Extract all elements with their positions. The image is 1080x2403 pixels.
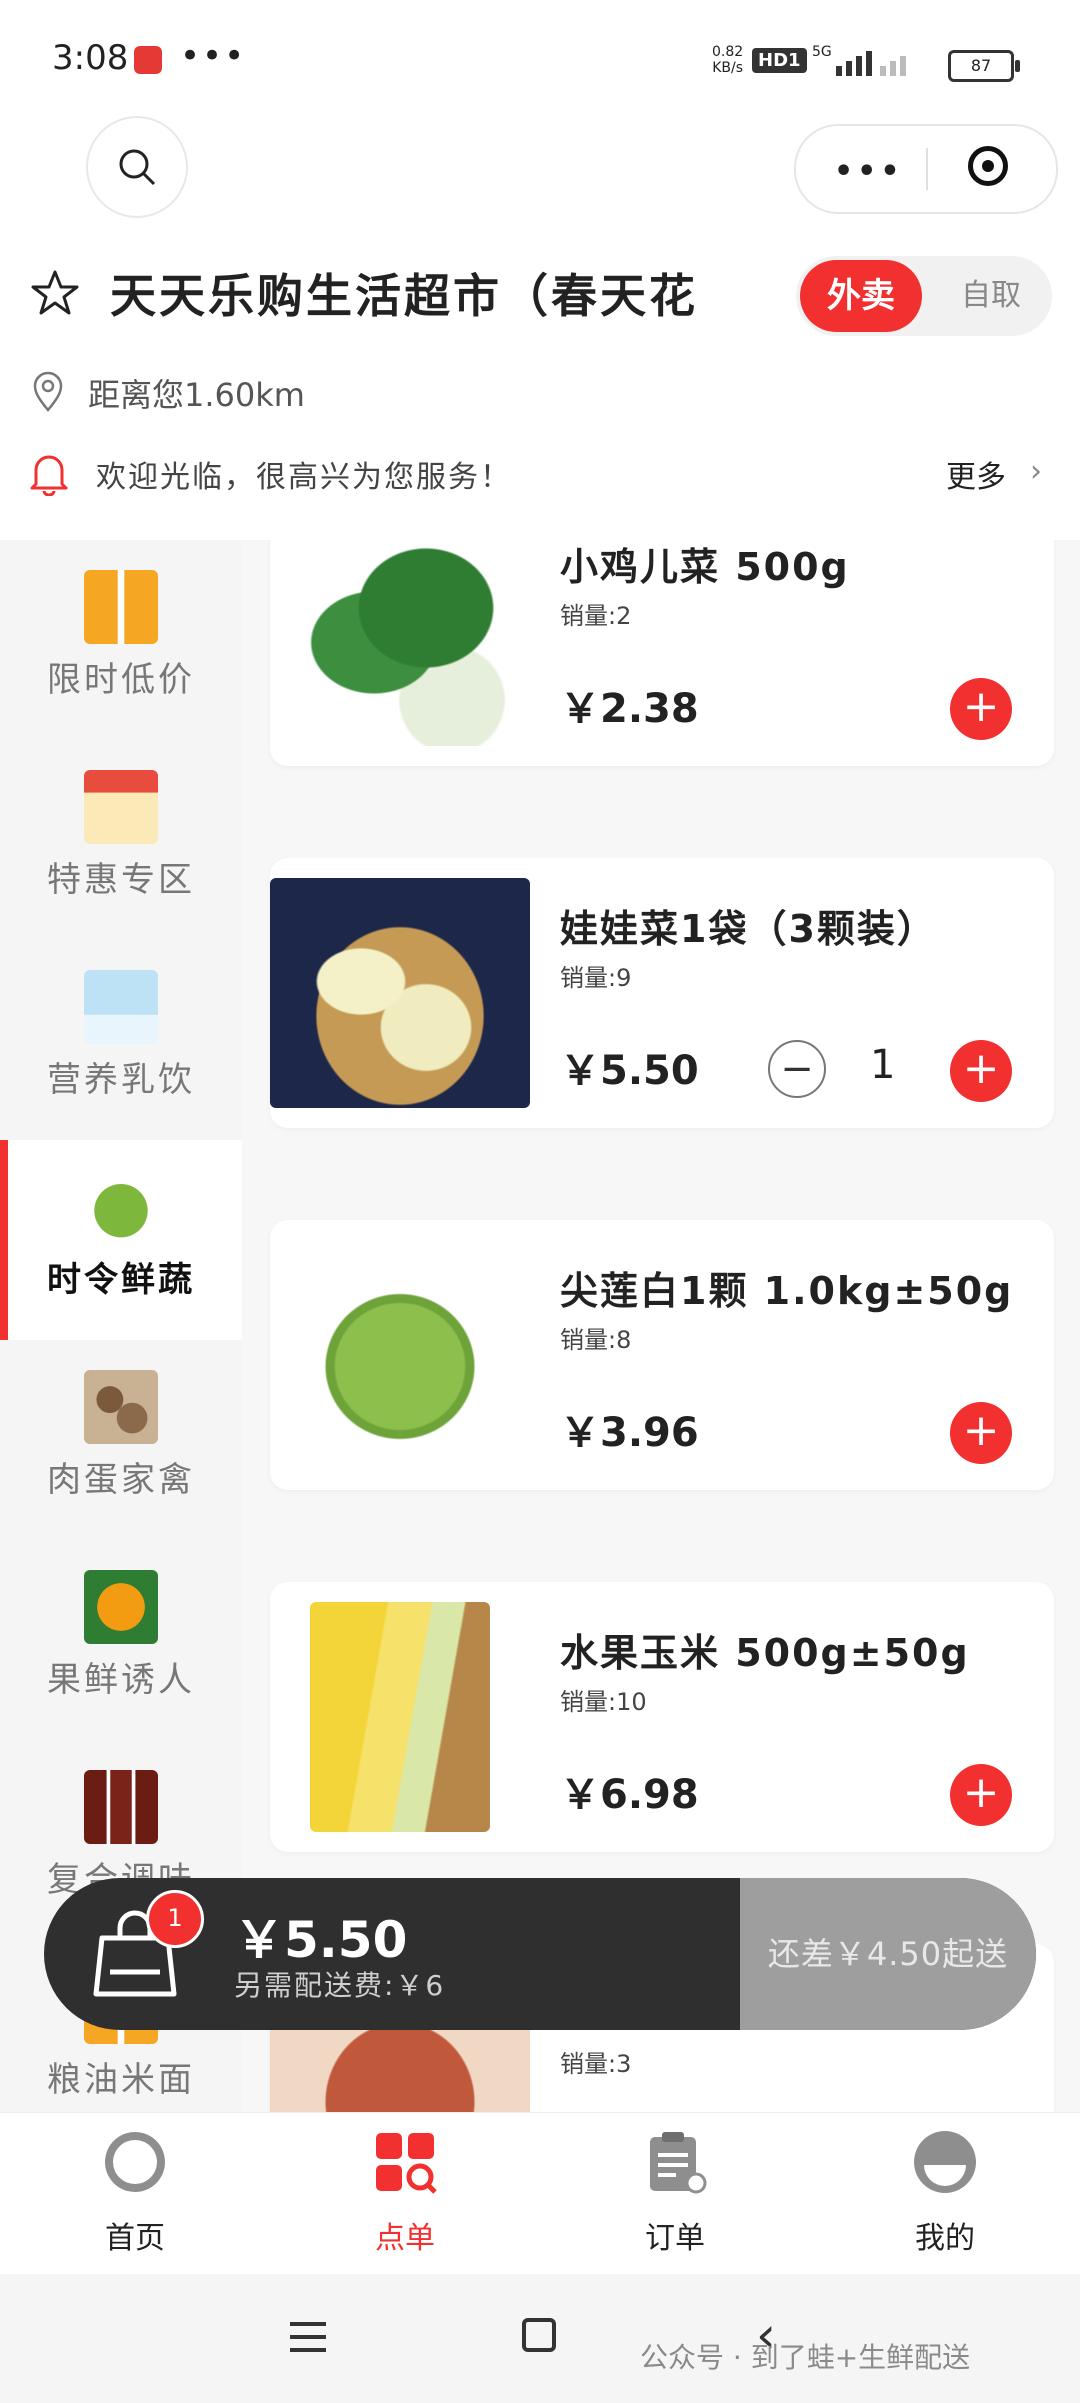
mode-pickup-button[interactable]: 自取 <box>936 260 1046 332</box>
notice-text: 欢迎光临，很高兴为您服务！ <box>96 460 512 495</box>
tab-label: 我的 <box>915 2221 975 2256</box>
product-price: ￥6.98 <box>560 1772 699 1818</box>
mode-delivery-button[interactable]: 外卖 <box>800 260 922 332</box>
tab-label: 点单 <box>375 2221 435 2256</box>
sidebar-item-dairy-drinks[interactable]: 营养乳饮 <box>0 940 242 1140</box>
category-thumbnail <box>84 770 158 844</box>
product-sales: 销量:10 <box>560 1688 647 1716</box>
hd-badge: HD1 <box>752 48 807 73</box>
network-speed-unit: KB/s <box>712 60 743 76</box>
sidebar-item-label: 果鲜诱人 <box>47 1660 195 1700</box>
capsule-divider <box>926 148 928 190</box>
add-to-cart-button[interactable]: + <box>950 678 1012 740</box>
profile-icon <box>914 2131 976 2193</box>
product-name: 小鸡儿菜 500g <box>560 545 850 589</box>
product-price: ￥3.96 <box>560 1410 699 1456</box>
recent-apps-icon[interactable] <box>288 2320 328 2354</box>
status-time: 3:08 <box>52 38 129 78</box>
capsule-more-button[interactable]: ••• <box>834 154 904 189</box>
sidebar-item-seasonal-vegetables[interactable]: 时令鲜蔬 <box>0 1140 242 1340</box>
sidebar-item-label: 粮油米面 <box>47 2060 195 2100</box>
checkout-button[interactable]: 还差￥4.50起送 <box>740 1878 1036 2030</box>
home-compass-icon <box>105 2132 165 2192</box>
category-thumbnail <box>84 570 158 644</box>
product-sales: 销量:8 <box>560 1326 632 1354</box>
product-name: 娃娃菜1袋（3颗装） <box>560 907 937 951</box>
product-price: ￥5.50 <box>560 1048 699 1094</box>
watermark: 公众号 · 到了蛙+生鲜配送 <box>640 2341 971 2374</box>
sidebar-item-label: 特惠专区 <box>47 860 195 900</box>
search-button[interactable] <box>86 116 188 218</box>
sidebar-item-fresh-fruit[interactable]: 果鲜诱人 <box>0 1540 242 1740</box>
network-type: 5G <box>812 44 832 60</box>
network-speed-value: 0.82 <box>712 44 744 60</box>
tab-label: 首页 <box>105 2221 165 2256</box>
category-thumbnail <box>84 1170 158 1244</box>
product-card[interactable]: 小鸡儿菜 500g 销量:2 ￥2.38 + <box>270 540 1054 766</box>
product-image <box>270 1240 530 1470</box>
notice-more-link[interactable]: 更多 <box>946 452 1006 496</box>
clipboard-icon <box>650 2132 707 2194</box>
tab-orders[interactable]: 订单 <box>540 2113 810 2275</box>
tab-order-menu[interactable]: 点单 <box>270 2113 540 2275</box>
distance-text: 距离您1.60km <box>88 376 305 414</box>
capsule-close-button[interactable] <box>968 146 1008 186</box>
order-grid-icon <box>376 2133 437 2194</box>
cart-count-badge: 1 <box>146 1890 204 1948</box>
product-image <box>270 878 530 1108</box>
sidebar-item-label: 营养乳饮 <box>47 1060 195 1100</box>
shop-name: 天天乐购生活超市（春天花 <box>110 269 698 323</box>
category-thumbnail <box>84 1370 158 1444</box>
search-icon <box>119 149 156 186</box>
more-notifications-icon: ••• <box>180 36 247 76</box>
category-thumbnail <box>84 970 158 1044</box>
battery-icon: 87 <box>948 50 1020 82</box>
decrease-quantity-button[interactable]: − <box>768 1040 826 1098</box>
favorite-star-icon[interactable] <box>30 268 80 318</box>
add-to-cart-button[interactable]: + <box>950 1040 1012 1102</box>
product-card[interactable]: 水果玉米 500g±50g 销量:10 ￥6.98 + <box>270 1582 1054 1852</box>
product-sales: 销量:2 <box>560 602 632 630</box>
product-sales: 销量:3 <box>560 2050 632 2078</box>
sidebar-item-meat-eggs[interactable]: 肉蛋家禽 <box>0 1340 242 1540</box>
app-notification-icon <box>134 46 162 74</box>
home-icon[interactable] <box>522 2318 556 2352</box>
notice-bar[interactable]: 欢迎光临，很高兴为您服务！ 更多 › <box>0 440 1080 510</box>
tab-label: 订单 <box>645 2221 705 2256</box>
cart-total: ￥5.50 <box>234 1911 408 1969</box>
category-thumbnail <box>84 1770 158 1844</box>
delivery-fee: 另需配送费:￥6 <box>234 1969 446 2002</box>
product-sales: 销量:9 <box>560 964 632 992</box>
sidebar-item-label: 肉蛋家禽 <box>47 1460 195 1500</box>
sidebar-item-label: 限时低价 <box>47 660 195 700</box>
sidebar-item-label: 时令鲜蔬 <box>47 1260 195 1300</box>
category-sidebar: 限时低价 特惠专区 营养乳饮 时令鲜蔬 肉蛋家禽 果鲜诱人 复合调味 粮油米面 <box>0 540 242 2112</box>
network-speed: 0.82 KB/s <box>712 44 743 76</box>
sidebar-item-special-deals[interactable]: 特惠专区 <box>0 740 242 940</box>
delivery-mode-toggle: 外卖 自取 <box>796 256 1052 336</box>
bell-icon <box>30 455 68 496</box>
product-image <box>270 540 530 746</box>
product-list: 小鸡儿菜 500g 销量:2 ￥2.38 + 娃娃菜1袋（3颗装） 销量:9 ￥… <box>242 540 1080 2112</box>
signal-icon <box>832 46 912 76</box>
product-price: ￥2.38 <box>560 686 699 732</box>
add-to-cart-button[interactable]: + <box>950 1402 1012 1464</box>
chevron-right-icon: › <box>1030 454 1042 489</box>
status-bar: 3:08 ••• 0.82 KB/s HD1 5G 87 <box>0 0 1080 110</box>
product-name: 尖莲白1颗 1.0kg±50g <box>560 1269 1014 1313</box>
product-card[interactable]: 尖莲白1颗 1.0kg±50g 销量:8 ￥3.96 + <box>270 1220 1054 1490</box>
product-image <box>310 1602 490 1832</box>
add-to-cart-button[interactable]: + <box>950 1764 1012 1826</box>
bottom-tab-bar: 首页 点单 订单 我的 <box>0 2112 1080 2275</box>
category-thumbnail <box>84 1570 158 1644</box>
sidebar-item-limited-price[interactable]: 限时低价 <box>0 540 242 740</box>
miniprogram-capsule: ••• <box>794 124 1058 214</box>
location-pin-icon <box>33 371 63 412</box>
tab-home[interactable]: 首页 <box>0 2113 270 2275</box>
tab-profile[interactable]: 我的 <box>810 2113 1080 2275</box>
product-name: 水果玉米 500g±50g <box>560 1631 970 1675</box>
quantity-value: 1 <box>870 1042 896 1088</box>
product-card[interactable]: 娃娃菜1袋（3颗装） 销量:9 ￥5.50 − 1 + <box>270 858 1054 1128</box>
